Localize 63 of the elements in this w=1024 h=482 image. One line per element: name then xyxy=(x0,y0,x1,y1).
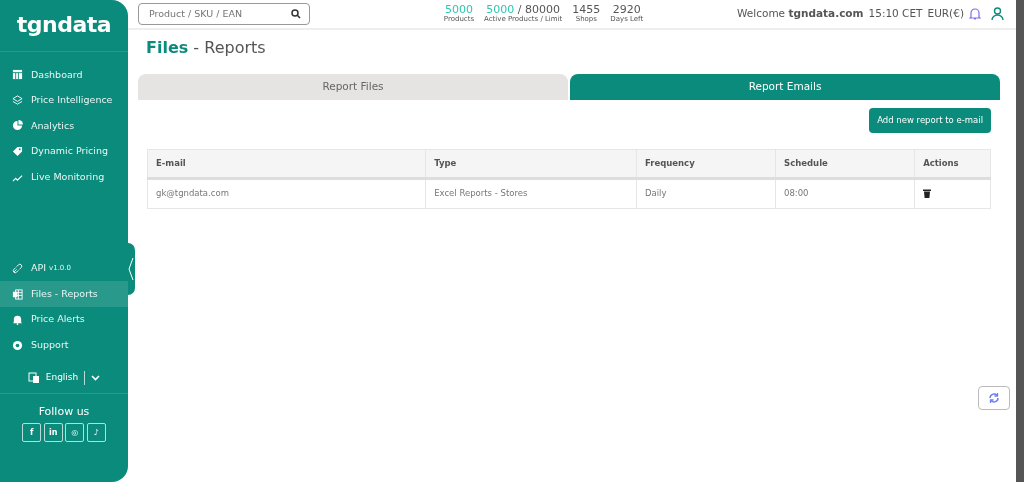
chevron-down-icon[interactable] xyxy=(91,375,101,381)
sidebar-label: Dynamic Pricing xyxy=(31,144,108,159)
bell-icon xyxy=(12,314,23,326)
sidebar-item[interactable]: Dashboard xyxy=(0,62,128,88)
table-cell: Daily xyxy=(636,178,776,209)
sidebar-item[interactable]: Files - Reports xyxy=(0,281,128,307)
sidebar-label: Support xyxy=(31,338,69,353)
column-header: Type xyxy=(425,149,637,179)
sidebar-item[interactable]: Live Monitoring xyxy=(0,164,128,190)
sidebar-item[interactable]: Price Alerts xyxy=(0,306,128,333)
sidebar-item[interactable]: Price Intelligence xyxy=(0,87,128,114)
link-icon xyxy=(12,262,23,274)
refresh-icon[interactable] xyxy=(988,392,1000,404)
sidebar-item[interactable]: Analytics xyxy=(0,113,128,139)
column-header: Schedule xyxy=(775,149,915,179)
collapse-handle[interactable] xyxy=(128,243,135,295)
column-header: Frequency xyxy=(636,149,776,179)
sidebar-label: Price Alerts xyxy=(31,312,85,327)
table-cell: 08:00 xyxy=(775,178,915,209)
column-header: Actions xyxy=(914,149,991,179)
stat-value: 5000 xyxy=(443,4,473,17)
sidebar-label: API xyxy=(31,261,47,276)
sidebar-label: Price Intelligence xyxy=(31,93,113,108)
table-cell: gk@tgndata.com xyxy=(147,178,426,209)
pie-chart-icon xyxy=(12,120,23,132)
user-icon[interactable] xyxy=(991,7,1004,21)
sidebar-label: Analytics xyxy=(31,118,75,133)
social-link[interactable]: in xyxy=(43,423,63,442)
spreadsheet-icon xyxy=(12,288,23,300)
sidebar-label: Live Monitoring xyxy=(31,170,105,185)
sidebar-label: Dashboard xyxy=(31,67,83,82)
welcome-text: Welcome tgndata.com xyxy=(737,6,864,22)
translate-icon xyxy=(27,372,40,384)
layers-icon xyxy=(12,94,23,106)
social-link[interactable]: ◎ xyxy=(65,423,85,442)
stat-value: 5000 / 80000 xyxy=(486,4,561,17)
clock-text: 15:10 CET xyxy=(868,6,923,22)
currency-selector[interactable]: EUR(€) xyxy=(927,6,964,22)
stat-value: 2920 xyxy=(612,4,641,17)
sidebar-item[interactable]: Dynamic Pricing xyxy=(0,138,128,165)
table-cell: Excel Reports - Stores xyxy=(425,178,637,209)
language-selector[interactable]: English xyxy=(45,371,79,385)
stat-value: 1455 xyxy=(572,4,601,17)
tab[interactable]: Report Files xyxy=(138,74,568,100)
search-field[interactable]: Product / SKU / EAN xyxy=(138,3,310,25)
logo[interactable]: tgndata xyxy=(0,0,128,52)
social-link[interactable]: f xyxy=(22,423,42,442)
bell-icon[interactable] xyxy=(969,7,981,21)
lifebuoy-icon xyxy=(12,339,23,351)
follow-heading: Follow us xyxy=(37,404,91,420)
sidebar-item[interactable]: Support xyxy=(0,332,128,358)
scrollbar[interactable] xyxy=(1016,0,1024,482)
search-icon[interactable] xyxy=(291,9,301,19)
tab[interactable]: Report Emails xyxy=(570,74,1000,100)
tag-icon xyxy=(12,146,23,158)
refresh-button[interactable] xyxy=(978,386,1010,410)
sidebar-label: Files - Reports xyxy=(31,286,98,301)
column-header: E-mail xyxy=(147,149,426,179)
table-icon xyxy=(12,69,23,81)
trash-icon[interactable] xyxy=(923,189,932,199)
page-title: Files - Reports xyxy=(145,37,267,59)
social-link[interactable]: ♪ xyxy=(86,423,106,442)
add-report-button[interactable]: Add new report to e-mail xyxy=(869,108,991,133)
